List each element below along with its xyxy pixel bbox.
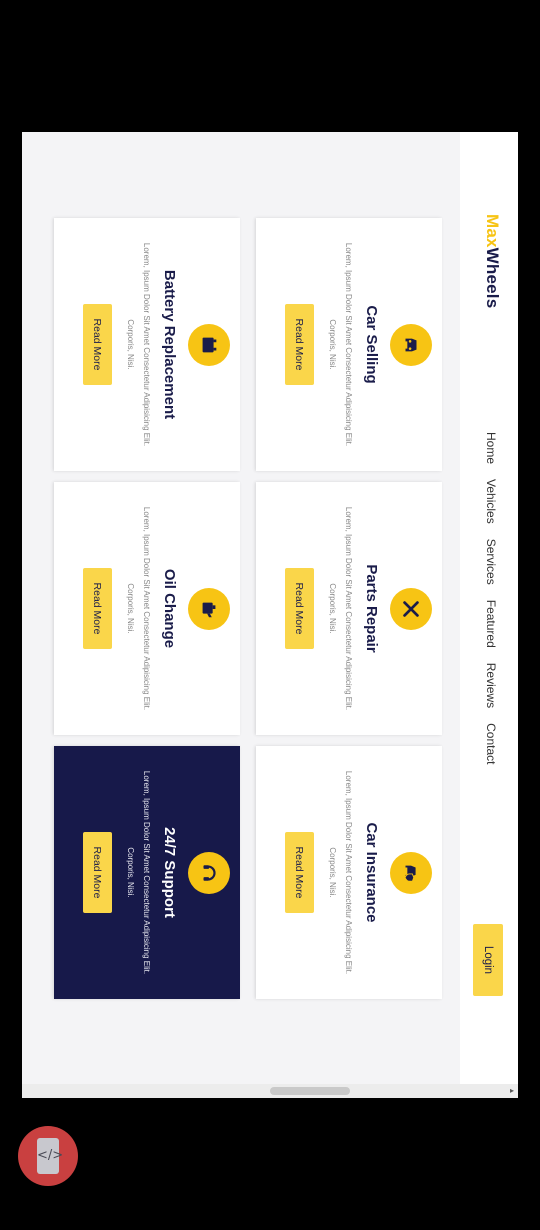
service-card-oil-change: Oil Change Lorem, Ipsum Dolor Sit Amet C…	[54, 482, 240, 735]
read-more-button[interactable]: Read More	[83, 832, 112, 913]
logo-accent: Max	[483, 214, 502, 248]
read-more-button[interactable]: Read More	[285, 304, 314, 385]
card-description: Lorem, Ipsum Dolor Sit Amet Consectetur …	[126, 242, 151, 447]
service-card-car-insurance: Car Insurance Lorem, Ipsum Dolor Sit Ame…	[256, 746, 442, 999]
card-title: 24/7 Support	[161, 827, 178, 918]
card-title: Car Selling	[363, 305, 380, 384]
read-more-button[interactable]: Read More	[285, 568, 314, 649]
nav-home[interactable]: Home	[484, 432, 498, 464]
card-title: Car Insurance	[363, 822, 380, 923]
nav-contact[interactable]: Contact	[484, 723, 498, 764]
read-more-button[interactable]: Read More	[285, 832, 314, 913]
nav-reviews[interactable]: Reviews	[484, 663, 498, 708]
service-card-support: 24/7 Support Lorem, Ipsum Dolor Sit Amet…	[54, 746, 240, 999]
read-more-button[interactable]: Read More	[83, 568, 112, 649]
battery-icon	[188, 324, 230, 366]
card-description: Lorem, Ipsum Dolor Sit Amet Consectetur …	[328, 242, 353, 447]
car-shield-icon	[390, 852, 432, 894]
headset-icon	[188, 852, 230, 894]
car-icon	[390, 324, 432, 366]
nav-featured[interactable]: Featured	[484, 600, 498, 648]
nav-menu: Home Vehicles Services Featured Reviews …	[484, 432, 498, 764]
oil-can-icon	[188, 588, 230, 630]
login-button[interactable]: Login	[473, 924, 503, 996]
nav-services[interactable]: Services	[484, 539, 498, 585]
service-card-parts-repair: Parts Repair Lorem, Ipsum Dolor Sit Amet…	[256, 482, 442, 735]
logo-rest: Wheels	[483, 247, 502, 309]
code-icon: </>	[37, 1138, 63, 1174]
card-description: Lorem, Ipsum Dolor Sit Amet Consectetur …	[328, 506, 353, 711]
card-description: Lorem, Ipsum Dolor Sit Amet Consectetur …	[126, 770, 151, 975]
tools-icon	[390, 588, 432, 630]
browser-viewport: MaxWheels Home Vehicles Services Feature…	[22, 132, 518, 1098]
services-page: MaxWheels Home Vehicles Services Feature…	[22, 132, 518, 1098]
service-card-battery-replacement: Battery Replacement Lorem, Ipsum Dolor S…	[54, 218, 240, 471]
logo[interactable]: MaxWheels	[482, 214, 502, 308]
card-description: Lorem, Ipsum Dolor Sit Amet Consectetur …	[126, 506, 151, 711]
card-title: Oil Change	[161, 568, 178, 649]
card-title: Parts Repair	[363, 564, 380, 653]
scroll-right-arrow-icon[interactable]: ▸	[510, 1086, 514, 1096]
floating-code-button[interactable]: </>	[18, 1126, 78, 1186]
navbar: MaxWheels Home Vehicles Services Feature…	[460, 132, 518, 1098]
nav-vehicles[interactable]: Vehicles	[484, 479, 498, 524]
card-title: Battery Replacement	[161, 269, 178, 420]
card-description: Lorem, Ipsum Dolor Sit Amet Consectetur …	[328, 770, 353, 975]
horizontal-scrollbar[interactable]: ▸	[22, 1084, 518, 1098]
service-card-car-selling: Car Selling Lorem, Ipsum Dolor Sit Amet …	[256, 218, 442, 471]
read-more-button[interactable]: Read More	[83, 304, 112, 385]
scrollbar-thumb[interactable]	[270, 1087, 350, 1095]
